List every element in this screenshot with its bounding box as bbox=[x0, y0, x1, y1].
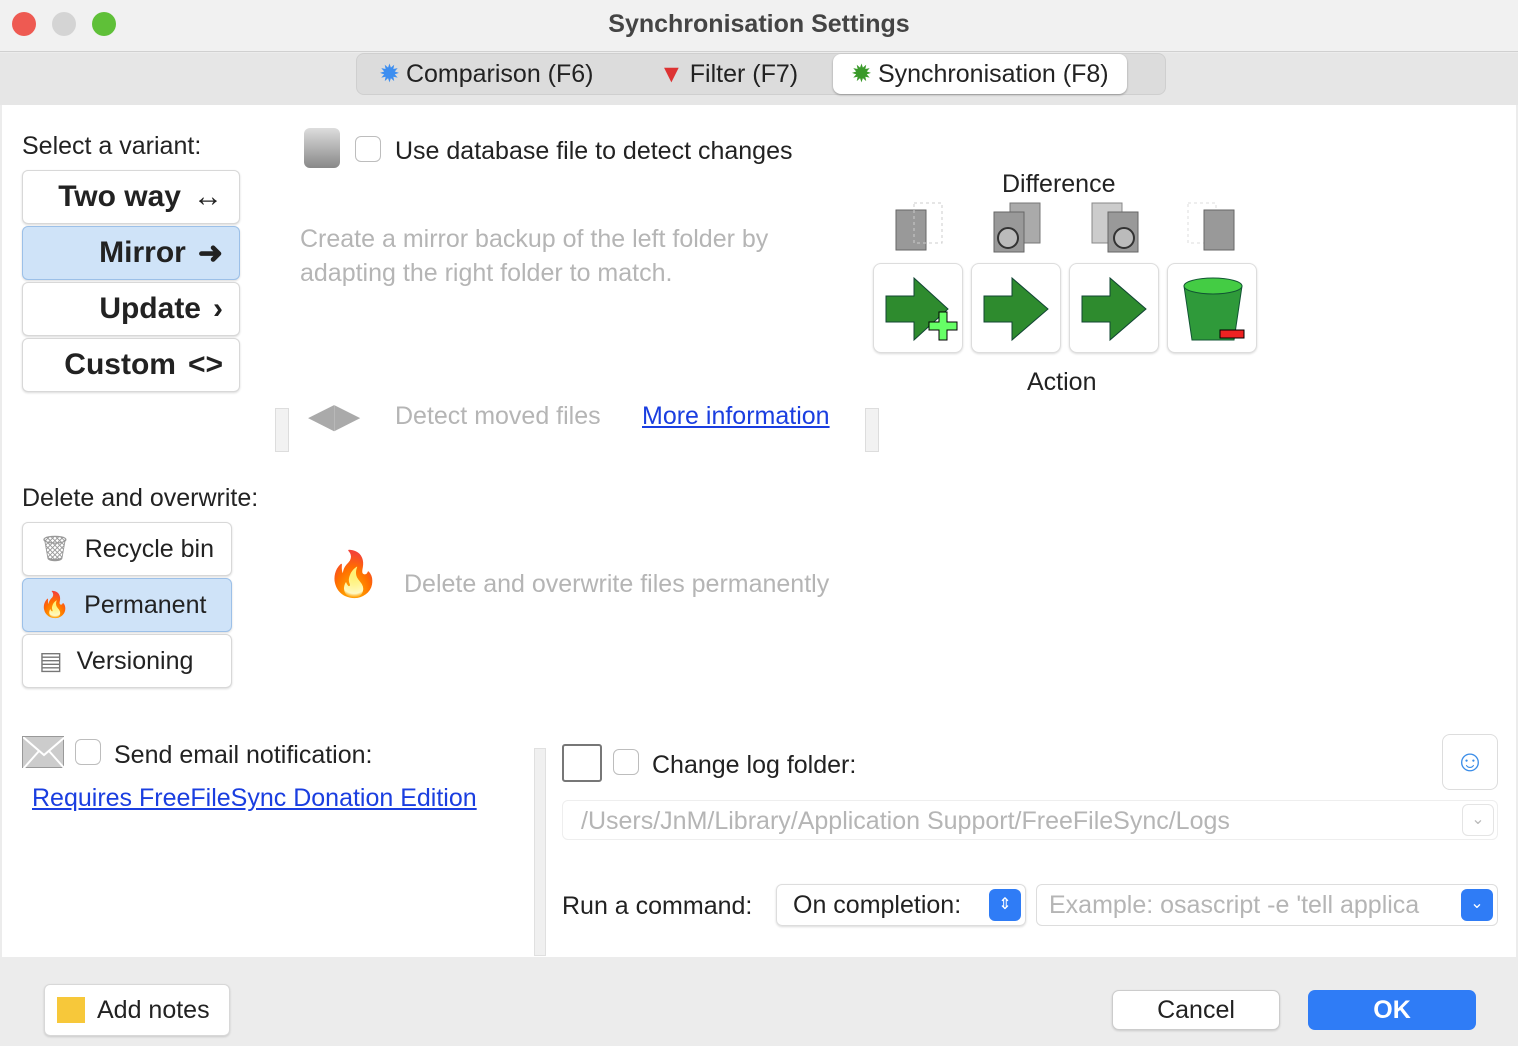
database-label: Use database file to detect changes bbox=[395, 137, 793, 165]
log-folder-label: Change log folder: bbox=[652, 751, 857, 779]
variant-label: Select a variant: bbox=[22, 132, 202, 160]
versioning-icon: ▤ bbox=[39, 647, 63, 675]
difference-label: Difference bbox=[1002, 170, 1116, 198]
more-information-link[interactable]: More information bbox=[642, 402, 830, 431]
two-way-arrow-icon: ↔ bbox=[193, 180, 223, 213]
database-checkbox[interactable] bbox=[355, 136, 381, 162]
action-delete-right-button[interactable] bbox=[1167, 263, 1257, 353]
separator bbox=[534, 748, 546, 956]
delete-description: Delete and overwrite files permanently bbox=[404, 570, 830, 598]
delete-versioning[interactable]: ▤ Versioning bbox=[22, 634, 232, 688]
tab-filter[interactable]: ▼ Filter (F7) bbox=[659, 54, 798, 94]
tab-bar: ✹ Comparison (F6) ▼ Filter (F7) ✹ Synchroni… bbox=[356, 53, 1166, 95]
action-overwrite-right-button[interactable] bbox=[971, 263, 1061, 353]
gear-green-icon: ✹ bbox=[851, 60, 872, 88]
command-input[interactable]: Example: osascript -e 'tell applica ⌄ bbox=[1036, 884, 1498, 926]
notes-icon bbox=[57, 997, 85, 1023]
flame-icon: 🔥 bbox=[39, 590, 71, 619]
gear-blue-icon: ✹ bbox=[379, 60, 400, 88]
separator bbox=[865, 408, 879, 452]
left-newer-file-icon bbox=[990, 200, 1044, 254]
variant-description: Create a mirror backup of the left folde… bbox=[300, 225, 769, 287]
chevron-down-icon[interactable]: ⌄ bbox=[1461, 889, 1493, 921]
email-label: Send email notification: bbox=[114, 741, 373, 769]
action-create-right-button[interactable] bbox=[873, 263, 963, 353]
variant-mirror[interactable]: Mirror ➜ bbox=[22, 226, 240, 280]
cancel-button[interactable]: Cancel bbox=[1112, 990, 1280, 1030]
variant-update[interactable]: Update › bbox=[22, 282, 240, 336]
right-arrow-icon: ➜ bbox=[197, 236, 223, 270]
tab-synchronisation[interactable]: ✹ Synchronisation (F8) bbox=[833, 54, 1127, 94]
right-only-file-icon bbox=[1186, 200, 1240, 254]
variant-two-way[interactable]: Two way ↔ bbox=[22, 170, 240, 224]
database-icon bbox=[304, 128, 340, 168]
delete-permanent[interactable]: 🔥 Permanent bbox=[22, 578, 232, 632]
add-notes-button[interactable]: Add notes bbox=[44, 984, 230, 1036]
detect-moved-icon: ◀▶ bbox=[308, 397, 361, 435]
finder-button[interactable]: ☺ bbox=[1442, 734, 1498, 790]
window-title: Synchronisation Settings bbox=[608, 10, 910, 38]
ok-button[interactable]: OK bbox=[1308, 990, 1476, 1030]
chevron-right-icon: › bbox=[213, 292, 223, 325]
chevron-down-icon[interactable]: ⌄ bbox=[1462, 804, 1494, 836]
stepper-icon: ⇕ bbox=[989, 889, 1021, 921]
email-checkbox[interactable] bbox=[75, 739, 101, 765]
flame-icon: 🔥 bbox=[326, 550, 381, 599]
log-folder-checkbox[interactable] bbox=[613, 749, 639, 775]
separator bbox=[275, 408, 289, 452]
action-overwrite-right-button[interactable] bbox=[1069, 263, 1159, 353]
custom-icon: <> bbox=[187, 348, 223, 381]
tab-comparison[interactable]: ✹ Comparison (F6) bbox=[379, 54, 594, 94]
delete-label: Delete and overwrite: bbox=[22, 484, 259, 512]
left-only-file-icon bbox=[892, 200, 946, 254]
delete-recycle-bin[interactable]: 🗑 Recycle bin bbox=[22, 522, 232, 576]
donation-edition-link[interactable]: Requires FreeFileSync Donation Edition bbox=[32, 784, 477, 813]
variant-custom[interactable]: Custom <> bbox=[22, 338, 240, 392]
action-label: Action bbox=[1027, 368, 1097, 396]
finder-icon: ☺ bbox=[1454, 745, 1486, 778]
email-icon bbox=[22, 736, 66, 770]
command-trigger-select[interactable]: On completion: ⇕ bbox=[776, 884, 1026, 926]
detect-moved-label: Detect moved files bbox=[395, 402, 601, 430]
recycle-bin-icon: 🗑 bbox=[39, 534, 71, 563]
log-folder-input[interactable]: /Users/JnM/Library/Application Support/F… bbox=[562, 800, 1498, 840]
log-file-icon bbox=[562, 744, 602, 782]
right-newer-file-icon bbox=[1088, 200, 1142, 254]
command-label: Run a command: bbox=[562, 892, 753, 920]
funnel-red-icon: ▼ bbox=[659, 59, 684, 88]
